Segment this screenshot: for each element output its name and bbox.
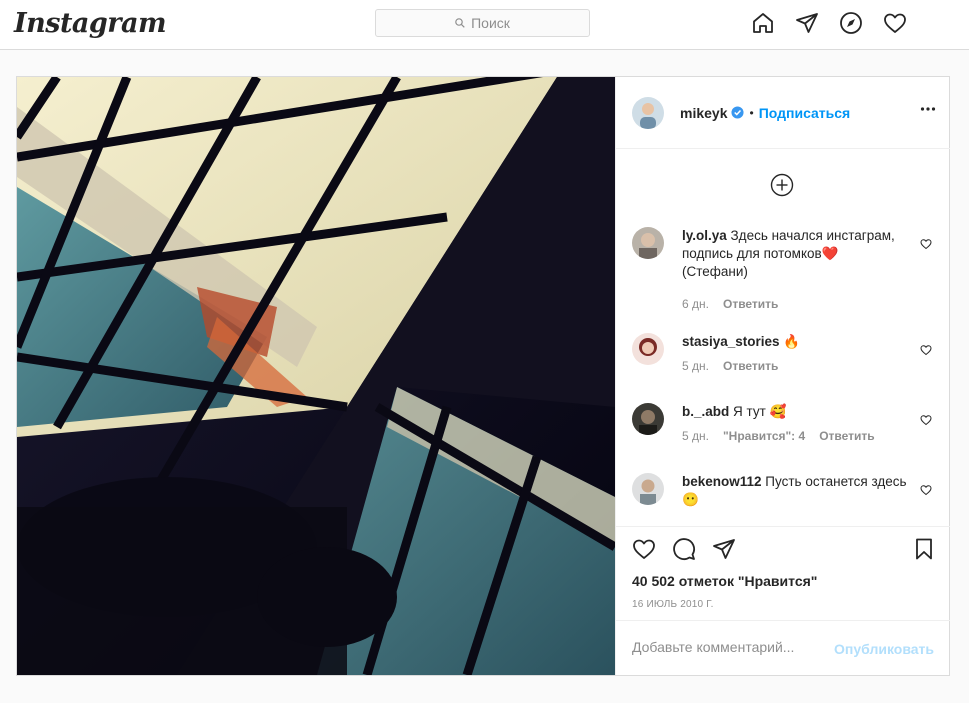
commenter-username[interactable]: ly.ol.ya bbox=[682, 228, 727, 243]
search-placeholder: Поиск bbox=[471, 15, 510, 31]
activity-icon[interactable] bbox=[882, 10, 908, 36]
share-icon[interactable] bbox=[712, 537, 736, 561]
separator-dot: • bbox=[749, 105, 754, 120]
comment-text: b._.abd Я тут 🥰 bbox=[682, 404, 787, 419]
add-comment-input[interactable] bbox=[632, 639, 832, 655]
top-navigation-bar: Instagram Поиск bbox=[0, 0, 969, 50]
nav-icons bbox=[750, 10, 926, 36]
action-row bbox=[632, 537, 752, 561]
comment-meta: 6 дн. Ответить bbox=[682, 297, 792, 311]
comment-item: ly.ol.ya Здесь начался инстаграм, подпис… bbox=[632, 227, 936, 317]
comment-like-icon[interactable] bbox=[920, 483, 932, 501]
post-actions-area: 40 502 отметок "Нравится" 16 ИЮЛЬ 2010 Г… bbox=[616, 526, 950, 675]
comment-like-icon[interactable] bbox=[920, 343, 932, 361]
likes-count[interactable]: 40 502 отметок "Нравится" bbox=[632, 573, 817, 589]
author-avatar[interactable] bbox=[632, 96, 664, 129]
post-sidebar: mikeyk • Подписаться ly.ol.ya Здесь нача… bbox=[615, 77, 950, 675]
explore-icon[interactable] bbox=[838, 10, 864, 36]
instagram-logo[interactable]: Instagram bbox=[14, 8, 167, 39]
reply-button[interactable]: Ответить bbox=[723, 359, 778, 373]
more-icon[interactable] bbox=[920, 101, 936, 122]
neutral-face-emoji: 😶 bbox=[682, 492, 699, 507]
save-bookmark-icon[interactable] bbox=[912, 537, 936, 566]
search-input[interactable]: Поиск bbox=[375, 9, 590, 37]
fire-emoji: 🔥 bbox=[783, 334, 801, 349]
smile-hearts-emoji: 🥰 bbox=[769, 404, 787, 419]
author-username[interactable]: mikeyk bbox=[680, 105, 727, 121]
post-photo[interactable] bbox=[17, 77, 615, 675]
verified-badge-icon bbox=[731, 106, 745, 119]
commenter-avatar[interactable] bbox=[632, 333, 664, 365]
comment-time: 5 дн. bbox=[682, 359, 709, 373]
heart-emoji: ❤️ bbox=[821, 246, 839, 261]
comment-like-icon[interactable] bbox=[920, 237, 932, 255]
reply-button[interactable]: Ответить bbox=[723, 297, 778, 311]
commenter-avatar[interactable] bbox=[632, 473, 664, 505]
comment-time: 6 дн. bbox=[682, 297, 709, 311]
comment-text: stasiya_stories 🔥 bbox=[682, 333, 907, 351]
comment-meta: 5 дн. Ответить bbox=[682, 359, 792, 373]
search-icon bbox=[455, 18, 465, 28]
home-icon[interactable] bbox=[750, 10, 776, 36]
comment-time: 5 дн. bbox=[682, 429, 709, 443]
window-view-image bbox=[17, 77, 615, 675]
post-card: mikeyk • Подписаться ly.ol.ya Здесь нача… bbox=[16, 76, 950, 676]
comment-item: bekenow112 Пусть останется здесь 😶 bbox=[632, 473, 936, 523]
commenter-avatar[interactable] bbox=[632, 403, 664, 435]
reply-button[interactable]: Ответить bbox=[819, 429, 874, 443]
comment-text: ly.ol.ya Здесь начался инстаграм, подпис… bbox=[682, 228, 895, 279]
commenter-username[interactable]: stasiya_stories bbox=[682, 334, 780, 349]
commenter-username[interactable]: b._.abd bbox=[682, 404, 729, 419]
commenter-avatar[interactable] bbox=[632, 227, 664, 259]
comment-icon[interactable] bbox=[672, 537, 696, 561]
commenter-username[interactable]: bekenow112 bbox=[682, 474, 762, 489]
comment-meta: 5 дн. "Нравится": 4 Ответить bbox=[682, 429, 889, 443]
post-header: mikeyk • Подписаться bbox=[616, 77, 950, 149]
publish-button[interactable]: Опубликовать bbox=[834, 641, 934, 657]
direct-icon[interactable] bbox=[794, 10, 820, 36]
add-plus-icon[interactable] bbox=[770, 173, 794, 202]
comment-item: b._.abd Я тут 🥰 5 дн. "Нравится": 4 Ответи… bbox=[632, 403, 936, 463]
comment-likes-count[interactable]: "Нравится": 4 bbox=[723, 429, 805, 443]
comment-item: stasiya_stories 🔥 5 дн. Ответить bbox=[632, 333, 936, 393]
comment-box: Опубликовать bbox=[616, 620, 950, 676]
comments-list: ly.ol.ya Здесь начался инстаграм, подпис… bbox=[616, 217, 950, 527]
comment-like-icon[interactable] bbox=[920, 413, 932, 431]
like-icon[interactable] bbox=[632, 537, 656, 561]
follow-button[interactable]: Подписаться bbox=[759, 105, 851, 121]
post-date[interactable]: 16 ИЮЛЬ 2010 Г. bbox=[632, 599, 714, 610]
comment-text: bekenow112 Пусть останется здесь 😶 bbox=[682, 474, 907, 507]
